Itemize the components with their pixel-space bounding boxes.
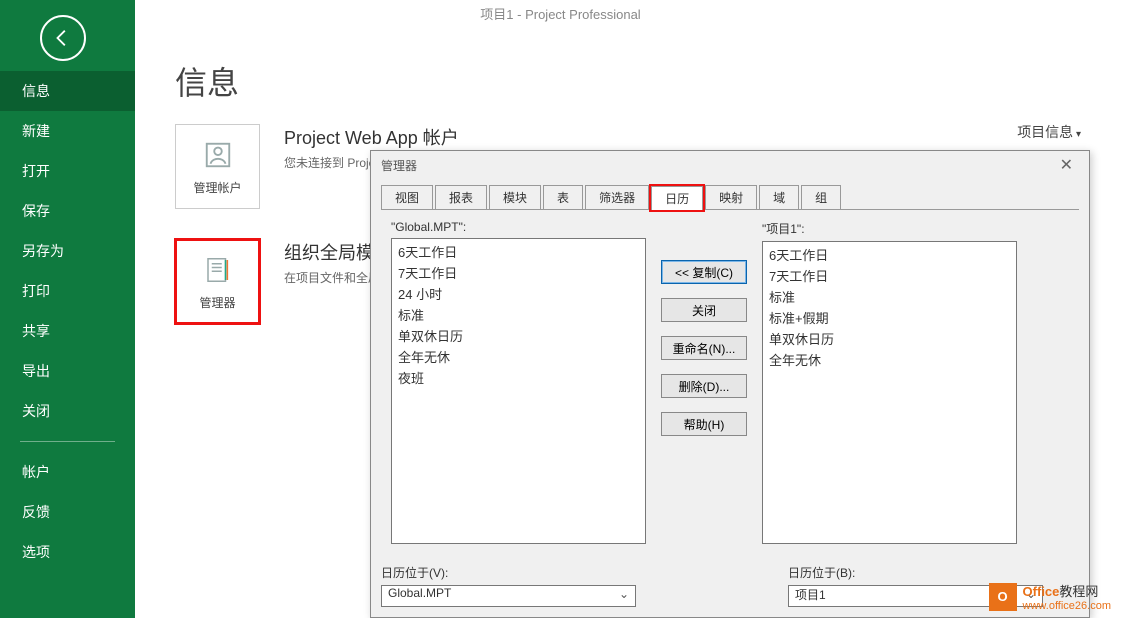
- window-title: 项目1 - Project Professional: [0, 0, 1121, 30]
- list-item[interactable]: 7天工作日: [765, 265, 1014, 286]
- list-item[interactable]: 6天工作日: [765, 244, 1014, 265]
- dialog-tab[interactable]: 域: [759, 185, 799, 209]
- organizer-dialog: 管理器 ✕ 视图报表模块表筛选器日历映射域组 "Global.MPT": 6天工…: [370, 150, 1090, 618]
- sidebar-separator: [20, 441, 115, 442]
- dialog-tab[interactable]: 筛选器: [585, 185, 649, 209]
- list-item[interactable]: 全年无休: [765, 349, 1014, 370]
- dialog-tab[interactable]: 视图: [381, 185, 433, 209]
- organizer-icon: [200, 252, 236, 288]
- dialog-tab[interactable]: 组: [801, 185, 841, 209]
- list-item[interactable]: 7天工作日: [394, 262, 643, 283]
- sidebar-item[interactable]: 帐户: [0, 452, 135, 492]
- sidebar-item[interactable]: 关闭: [0, 391, 135, 431]
- list-item[interactable]: 夜班: [394, 367, 643, 388]
- organizer-tile[interactable]: 管理器: [175, 239, 260, 324]
- list-item[interactable]: 单双休日历: [394, 325, 643, 346]
- watermark-brand: Office教程网: [1023, 581, 1111, 600]
- arrow-left-icon: [52, 27, 74, 49]
- dialog-titlebar: 管理器 ✕: [371, 151, 1089, 181]
- close-button[interactable]: 关闭: [661, 298, 747, 322]
- watermark-logo-icon: O: [989, 583, 1017, 611]
- left-location-combo[interactable]: Global.MPT: [381, 585, 636, 607]
- dialog-tab[interactable]: 日历: [651, 186, 703, 210]
- back-button[interactable]: [40, 15, 86, 61]
- list-item[interactable]: 单双休日历: [765, 328, 1014, 349]
- account-icon: [200, 137, 236, 173]
- dialog-tabs: 视图报表模块表筛选器日历映射域组: [371, 181, 1089, 209]
- help-button[interactable]: 帮助(H): [661, 412, 747, 436]
- dialog-close-button[interactable]: ✕: [1054, 151, 1079, 181]
- copy-button[interactable]: << 复制(C): [661, 260, 747, 284]
- project-info-dropdown[interactable]: 项目信息: [1017, 122, 1081, 142]
- backstage-sidebar: 信息新建打开保存另存为打印共享导出关闭 帐户反馈选项: [0, 0, 135, 618]
- right-list-label: "项目1":: [762, 220, 1017, 237]
- manage-account-tile[interactable]: 管理帐户: [175, 124, 260, 209]
- section-heading: Project Web App 帐户: [284, 124, 459, 150]
- sidebar-item[interactable]: 新建: [0, 111, 135, 151]
- left-combo-label: 日历位于(V):: [381, 564, 672, 581]
- dialog-tab[interactable]: 映射: [705, 185, 757, 209]
- tile-label: 管理帐户: [193, 179, 241, 196]
- list-item[interactable]: 标准: [394, 304, 643, 325]
- watermark-url: www.office26.com: [1023, 600, 1111, 612]
- sidebar-item[interactable]: 导出: [0, 351, 135, 391]
- global-calendar-listbox[interactable]: 6天工作日7天工作日24 小时标准单双休日历全年无休夜班: [391, 238, 646, 544]
- section-heading: 组织全局模: [284, 239, 380, 265]
- list-item[interactable]: 24 小时: [394, 283, 643, 304]
- rename-button[interactable]: 重命名(N)...: [661, 336, 747, 360]
- sidebar-item[interactable]: 另存为: [0, 231, 135, 271]
- sidebar-item[interactable]: 打印: [0, 271, 135, 311]
- dialog-title-text: 管理器: [381, 151, 417, 181]
- sidebar-item[interactable]: 打开: [0, 151, 135, 191]
- list-item[interactable]: 6天工作日: [394, 241, 643, 262]
- sidebar-item[interactable]: 信息: [0, 71, 135, 111]
- dialog-tab[interactable]: 模块: [489, 185, 541, 209]
- dialog-tab[interactable]: 表: [543, 185, 583, 209]
- sidebar-item[interactable]: 选项: [0, 532, 135, 572]
- list-item[interactable]: 标准: [765, 286, 1014, 307]
- delete-button[interactable]: 删除(D)...: [661, 374, 747, 398]
- sidebar-item[interactable]: 保存: [0, 191, 135, 231]
- section-desc: 在项目文件和全局: [284, 269, 380, 286]
- project-calendar-listbox[interactable]: 6天工作日7天工作日标准标准+假期单双休日历全年无休: [762, 241, 1017, 544]
- list-item[interactable]: 标准+假期: [765, 307, 1014, 328]
- left-list-label: "Global.MPT":: [391, 220, 646, 234]
- sidebar-item[interactable]: 共享: [0, 311, 135, 351]
- tile-label: 管理器: [199, 294, 235, 311]
- watermark: O Office教程网 www.office26.com: [979, 575, 1121, 618]
- list-item[interactable]: 全年无休: [394, 346, 643, 367]
- page-title: 信息: [175, 58, 1121, 104]
- dialog-tab[interactable]: 报表: [435, 185, 487, 209]
- sidebar-item[interactable]: 反馈: [0, 492, 135, 532]
